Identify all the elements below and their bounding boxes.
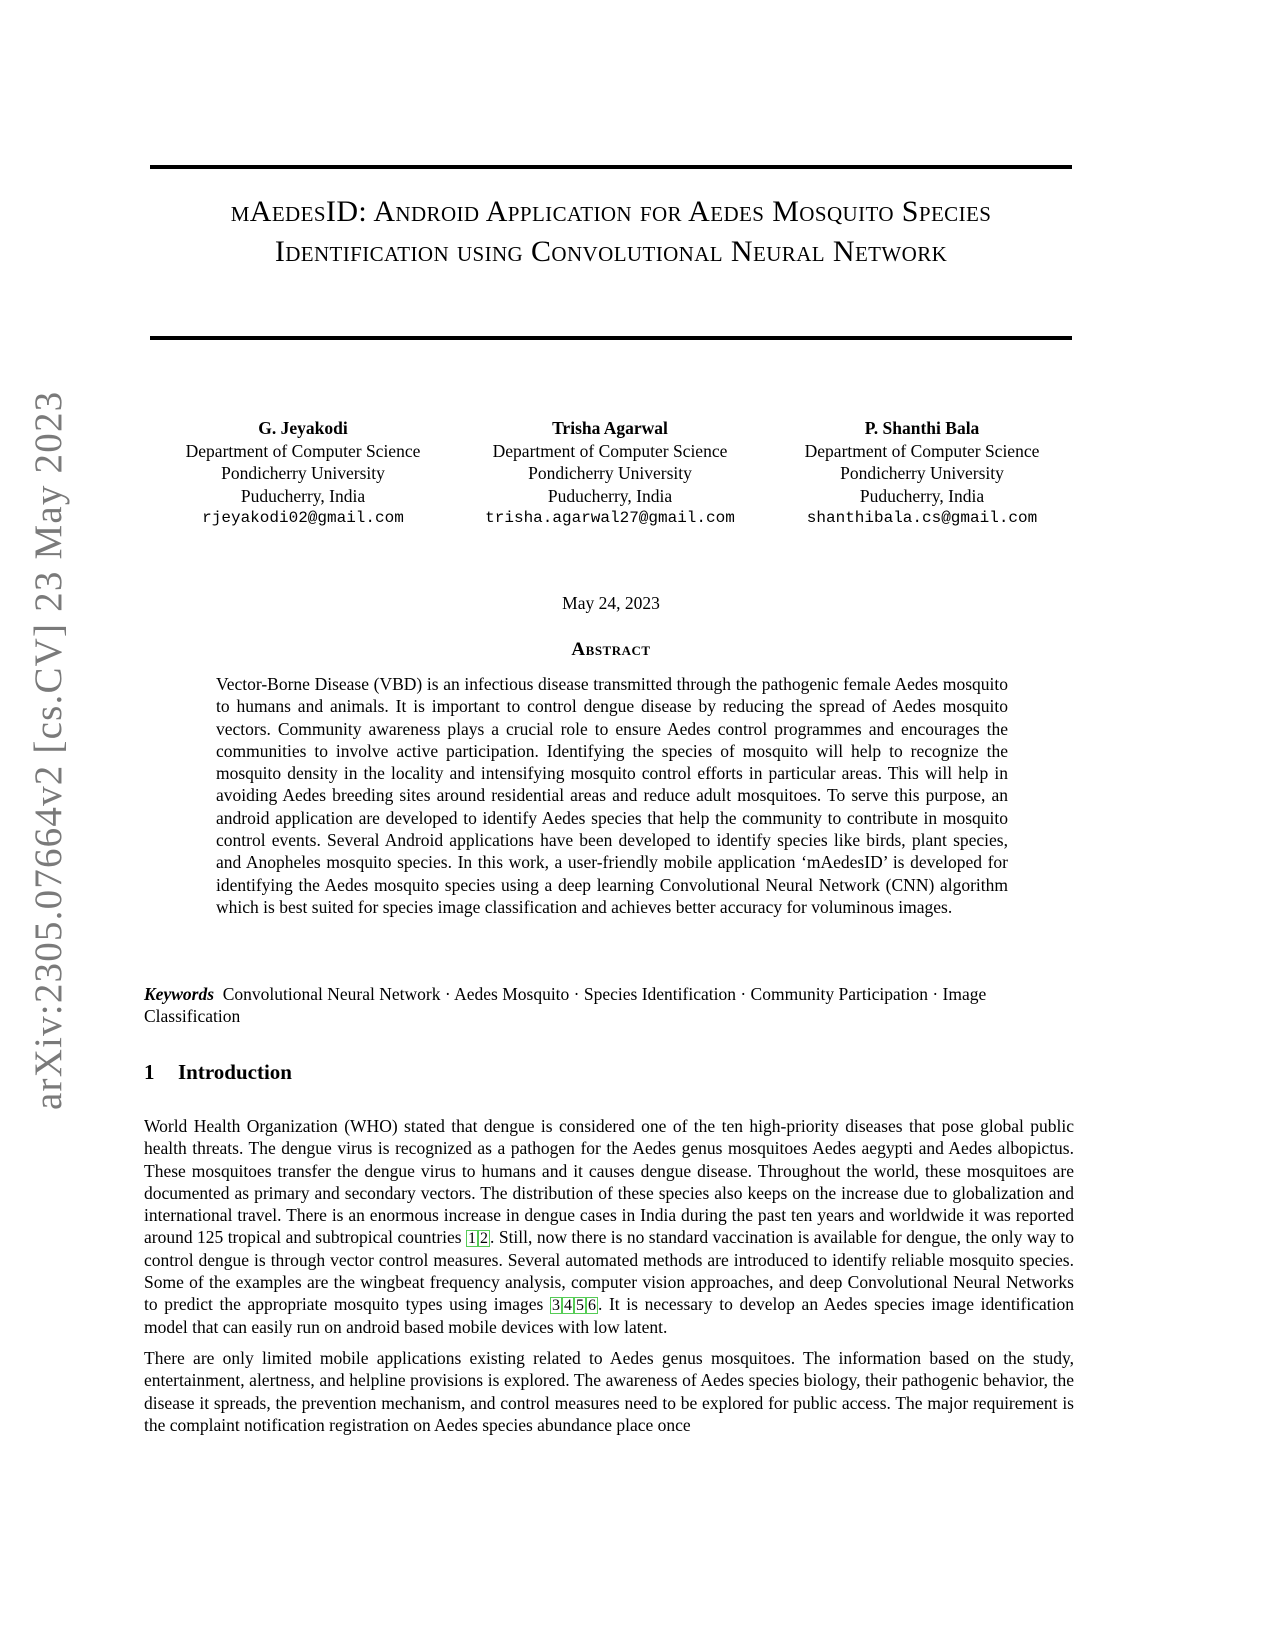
keywords-text: Convolutional Neural Network · Aedes Mos… [144,984,987,1027]
author-email[interactable]: rjeyakodi02@gmail.com [153,507,453,530]
citation-link[interactable]: 3 [549,1297,562,1315]
citation-link[interactable]: 4 [561,1297,574,1315]
author-card: Trisha Agarwal Department of Computer Sc… [460,417,760,530]
author-card: G. Jeyakodi Department of Computer Scien… [153,417,453,530]
author-university: Pondicherry University [840,463,1004,483]
author-email[interactable]: shanthibala.cs@gmail.com [772,507,1072,530]
section-heading: 1 Introduction [144,1060,292,1085]
author-location: Puducherry, India [547,485,673,506]
intro-paragraph: World Health Organization (WHO) stated t… [144,1115,1074,1338]
keywords-label: Keywords [144,984,214,1004]
author-name: P. Shanthi Bala [864,418,980,438]
abstract-text: Vector-Borne Disease (VBD) is an infecti… [216,674,1008,917]
author-email[interactable]: trisha.agarwal27@gmail.com [460,507,760,530]
intro-paragraph: There are only limited mobile applicatio… [144,1347,1074,1435]
title-rule-bottom [150,336,1072,340]
citation-link[interactable]: 6 [585,1297,598,1315]
citation-link[interactable]: 5 [573,1297,586,1315]
citation-link[interactable]: 1 [466,1230,479,1248]
citation-link[interactable]: 2 [478,1230,491,1248]
author-name: G. Jeyakodi [258,418,348,438]
paper-title: mAedesID: Android Application for Aedes … [230,195,992,268]
author-department: Department of Computer Science [185,440,421,461]
author-university: Pondicherry University [221,463,385,483]
section-number: 1 [144,1060,155,1084]
keywords: Keywords Convolutional Neural Network · … [144,983,1074,1028]
author-location: Puducherry, India [240,485,366,506]
title-rule-top [150,165,1072,169]
author-name: Trisha Agarwal [552,418,668,438]
arxiv-stamp: arXiv:2305.07664v2 [cs.CV] 23 May 2023 [27,390,70,1110]
author-university: Pondicherry University [528,463,692,483]
introduction-body: World Health Organization (WHO) stated t… [144,1115,1074,1445]
abstract-heading: Abstract [571,639,651,660]
paper-date: May 24, 2023 [562,593,660,613]
section-title: Introduction [178,1060,292,1084]
author-department: Department of Computer Science [492,440,728,461]
author-card: P. Shanthi Bala Department of Computer S… [772,417,1072,530]
author-location: Puducherry, India [859,485,985,506]
author-department: Department of Computer Science [804,440,1040,461]
